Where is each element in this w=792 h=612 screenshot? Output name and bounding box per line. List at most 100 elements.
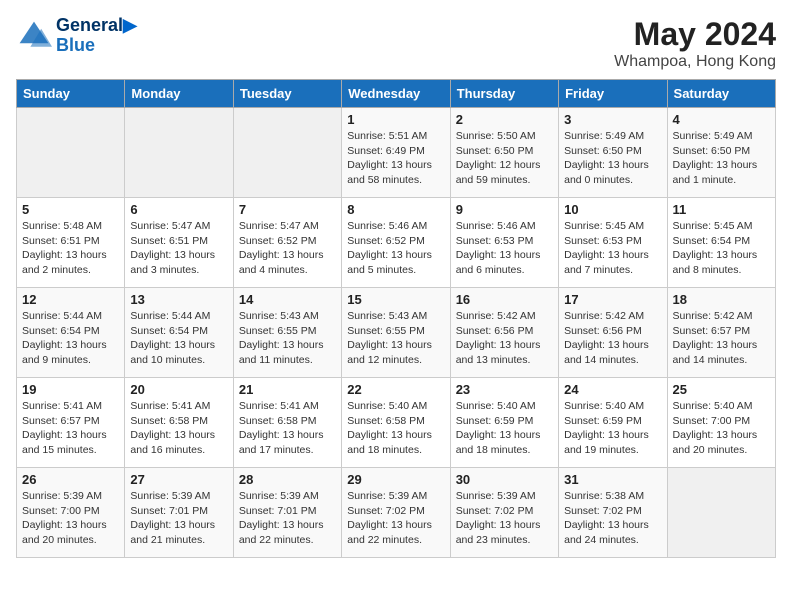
calendar-week-row: 5Sunrise: 5:48 AMSunset: 6:51 PMDaylight…: [17, 198, 776, 288]
day-number: 8: [347, 202, 444, 217]
table-row: 21 Sunrise: 5:41 AMSunset: 6:58 PMDayligh…: [233, 378, 341, 468]
table-row: 22 Sunrise: 5:40 AMSunset: 6:58 PMDayligh…: [342, 378, 450, 468]
day-number: 4: [673, 112, 770, 127]
table-row: [17, 108, 125, 198]
day-number: 14: [239, 292, 336, 307]
calendar-week-row: 26 Sunrise: 5:39 AMSunset: 7:00 PMDayligh…: [17, 468, 776, 558]
calendar-header-row: Sunday Monday Tuesday Wednesday Thursday…: [17, 80, 776, 108]
day-detail: Sunrise: 5:39 AMSunset: 7:01 PMDaylight:…: [239, 489, 336, 548]
day-number: 1: [347, 112, 444, 127]
logo-icon: [16, 18, 52, 54]
day-detail: Sunrise: 5:39 AMSunset: 7:01 PMDaylight:…: [130, 489, 227, 548]
page-header: General▶ Blue May 2024 Whampoa, Hong Kon…: [16, 16, 776, 71]
calendar-title: May 2024: [614, 16, 776, 53]
day-number: 22: [347, 382, 444, 397]
table-row: 17 Sunrise: 5:42 AMSunset: 6:56 PMDayligh…: [559, 288, 667, 378]
day-number: 10: [564, 202, 661, 217]
day-detail: Sunrise: 5:40 AMSunset: 7:00 PMDaylight:…: [673, 399, 770, 458]
day-detail: Sunrise: 5:39 AMSunset: 7:02 PMDaylight:…: [456, 489, 553, 548]
day-number: 3: [564, 112, 661, 127]
day-detail: Sunrise: 5:49 AMSunset: 6:50 PMDaylight:…: [564, 129, 661, 188]
day-number: 6: [130, 202, 227, 217]
table-row: 9 Sunrise: 5:46 AMSunset: 6:53 PMDaylight…: [450, 198, 558, 288]
calendar-table: Sunday Monday Tuesday Wednesday Thursday…: [16, 79, 776, 558]
day-detail: Sunrise: 5:40 AMSunset: 6:58 PMDaylight:…: [347, 399, 444, 458]
table-row: 28 Sunrise: 5:39 AMSunset: 7:01 PMDayligh…: [233, 468, 341, 558]
day-number: 29: [347, 472, 444, 487]
col-friday: Friday: [559, 80, 667, 108]
table-row: 31 Sunrise: 5:38 AMSunset: 7:02 PMDayligh…: [559, 468, 667, 558]
col-thursday: Thursday: [450, 80, 558, 108]
day-number: 31: [564, 472, 661, 487]
day-number: 15: [347, 292, 444, 307]
table-row: [125, 108, 233, 198]
day-detail: Sunrise: 5:38 AMSunset: 7:02 PMDaylight:…: [564, 489, 661, 548]
day-number: 23: [456, 382, 553, 397]
col-wednesday: Wednesday: [342, 80, 450, 108]
calendar-week-row: 12 Sunrise: 5:44 AMSunset: 6:54 PMDayligh…: [17, 288, 776, 378]
table-row: [233, 108, 341, 198]
calendar-subtitle: Whampoa, Hong Kong: [614, 53, 776, 71]
table-row: 14 Sunrise: 5:43 AMSunset: 6:55 PMDayligh…: [233, 288, 341, 378]
day-number: 13: [130, 292, 227, 307]
day-detail: Sunrise: 5:46 AMSunset: 6:53 PMDaylight:…: [456, 219, 553, 278]
day-detail: Sunrise: 5:42 AMSunset: 6:56 PMDaylight:…: [456, 309, 553, 368]
calendar-week-row: 1Sunrise: 5:51 AMSunset: 6:49 PMDaylight…: [17, 108, 776, 198]
col-monday: Monday: [125, 80, 233, 108]
table-row: 3 Sunrise: 5:49 AMSunset: 6:50 PMDaylight…: [559, 108, 667, 198]
day-detail: Sunrise: 5:43 AMSunset: 6:55 PMDaylight:…: [239, 309, 336, 368]
day-number: 18: [673, 292, 770, 307]
day-number: 19: [22, 382, 119, 397]
col-saturday: Saturday: [667, 80, 775, 108]
table-row: 2 Sunrise: 5:50 AMSunset: 6:50 PMDaylight…: [450, 108, 558, 198]
day-number: 21: [239, 382, 336, 397]
day-detail: Sunrise: 5:41 AMSunset: 6:57 PMDaylight:…: [22, 399, 119, 458]
day-number: 30: [456, 472, 553, 487]
day-number: 24: [564, 382, 661, 397]
day-detail: Sunrise: 5:42 AMSunset: 6:56 PMDaylight:…: [564, 309, 661, 368]
col-sunday: Sunday: [17, 80, 125, 108]
day-detail: Sunrise: 5:43 AMSunset: 6:55 PMDaylight:…: [347, 309, 444, 368]
table-row: 11 Sunrise: 5:45 AMSunset: 6:54 PMDayligh…: [667, 198, 775, 288]
day-detail: Sunrise: 5:46 AMSunset: 6:52 PMDaylight:…: [347, 219, 444, 278]
day-number: 12: [22, 292, 119, 307]
title-block: May 2024 Whampoa, Hong Kong: [614, 16, 776, 71]
logo-text: General▶ Blue: [56, 16, 137, 56]
table-row: 19 Sunrise: 5:41 AMSunset: 6:57 PMDayligh…: [17, 378, 125, 468]
day-detail: Sunrise: 5:39 AMSunset: 7:00 PMDaylight:…: [22, 489, 119, 548]
day-number: 9: [456, 202, 553, 217]
table-row: 26 Sunrise: 5:39 AMSunset: 7:00 PMDayligh…: [17, 468, 125, 558]
table-row: 10 Sunrise: 5:45 AMSunset: 6:53 PMDayligh…: [559, 198, 667, 288]
day-detail: Sunrise: 5:45 AMSunset: 6:53 PMDaylight:…: [564, 219, 661, 278]
table-row: 30 Sunrise: 5:39 AMSunset: 7:02 PMDayligh…: [450, 468, 558, 558]
day-detail: Sunrise: 5:39 AMSunset: 7:02 PMDaylight:…: [347, 489, 444, 548]
day-detail: Sunrise: 5:41 AMSunset: 6:58 PMDaylight:…: [239, 399, 336, 458]
day-detail: Sunrise: 5:40 AMSunset: 6:59 PMDaylight:…: [456, 399, 553, 458]
table-row: [667, 468, 775, 558]
day-detail: Sunrise: 5:44 AMSunset: 6:54 PMDaylight:…: [22, 309, 119, 368]
day-detail: Sunrise: 5:40 AMSunset: 6:59 PMDaylight:…: [564, 399, 661, 458]
day-number: 20: [130, 382, 227, 397]
calendar-week-row: 19 Sunrise: 5:41 AMSunset: 6:57 PMDayligh…: [17, 378, 776, 468]
day-detail: Sunrise: 5:50 AMSunset: 6:50 PMDaylight:…: [456, 129, 553, 188]
day-number: 17: [564, 292, 661, 307]
day-detail: Sunrise: 5:45 AMSunset: 6:54 PMDaylight:…: [673, 219, 770, 278]
day-number: 11: [673, 202, 770, 217]
day-number: 25: [673, 382, 770, 397]
day-number: 28: [239, 472, 336, 487]
day-detail: Sunrise: 5:47 AMSunset: 6:52 PMDaylight:…: [239, 219, 336, 278]
day-number: 2: [456, 112, 553, 127]
day-number: 27: [130, 472, 227, 487]
day-detail: Sunrise: 5:42 AMSunset: 6:57 PMDaylight:…: [673, 309, 770, 368]
table-row: 4Sunrise: 5:49 AMSunset: 6:50 PMDaylight…: [667, 108, 775, 198]
table-row: 15 Sunrise: 5:43 AMSunset: 6:55 PMDayligh…: [342, 288, 450, 378]
day-detail: Sunrise: 5:41 AMSunset: 6:58 PMDaylight:…: [130, 399, 227, 458]
day-number: 26: [22, 472, 119, 487]
table-row: 8 Sunrise: 5:46 AMSunset: 6:52 PMDaylight…: [342, 198, 450, 288]
day-number: 5: [22, 202, 119, 217]
table-row: 16Sunrise: 5:42 AMSunset: 6:56 PMDayligh…: [450, 288, 558, 378]
table-row: 27 Sunrise: 5:39 AMSunset: 7:01 PMDayligh…: [125, 468, 233, 558]
table-row: 23 Sunrise: 5:40 AMSunset: 6:59 PMDayligh…: [450, 378, 558, 468]
day-detail: Sunrise: 5:44 AMSunset: 6:54 PMDaylight:…: [130, 309, 227, 368]
table-row: 20 Sunrise: 5:41 AMSunset: 6:58 PMDayligh…: [125, 378, 233, 468]
